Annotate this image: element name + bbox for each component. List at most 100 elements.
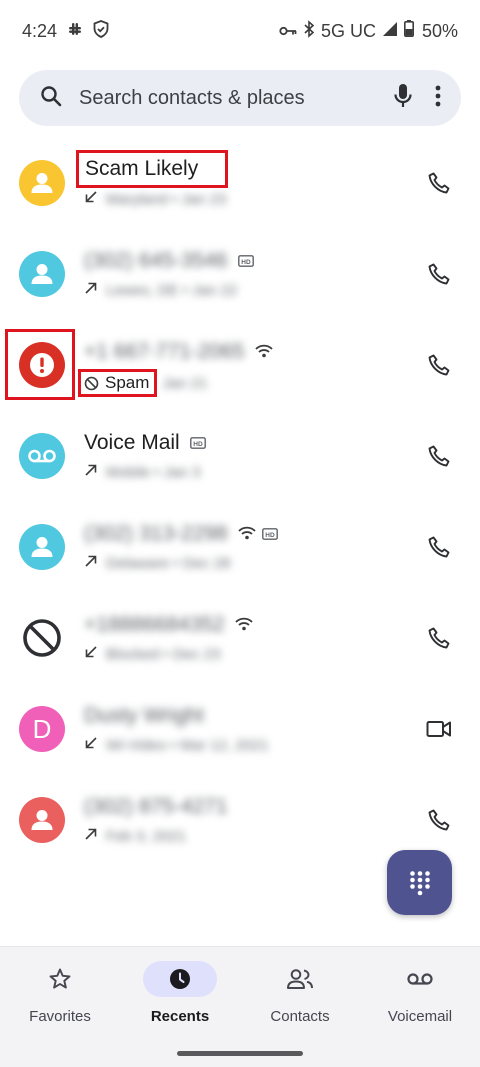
call-button[interactable] bbox=[426, 443, 452, 469]
phone-icon[interactable] bbox=[427, 262, 451, 286]
hd-icon: HD bbox=[237, 249, 254, 273]
shield-check-icon bbox=[93, 19, 109, 43]
incoming-call-icon bbox=[84, 645, 98, 663]
call-detail: Feb 3, 2021 bbox=[106, 827, 187, 845]
contacts-icon bbox=[287, 969, 313, 989]
incoming-call-icon bbox=[84, 736, 98, 754]
contact-name: (302) 875-4271 bbox=[84, 795, 228, 818]
contact-name: Voice Mail bbox=[84, 431, 180, 454]
contact-avatar[interactable] bbox=[19, 342, 65, 388]
search-icon[interactable] bbox=[39, 84, 63, 113]
call-list-item[interactable]: D Dusty Wright Wi-Video • Mar 12, 2021 bbox=[0, 684, 480, 775]
call-button[interactable] bbox=[426, 352, 452, 378]
nav-recents[interactable]: Recents bbox=[120, 961, 240, 1025]
blocked-icon bbox=[84, 376, 99, 390]
alert-icon bbox=[30, 353, 54, 377]
call-button[interactable] bbox=[426, 261, 452, 287]
nav-label: Contacts bbox=[270, 1008, 330, 1025]
call-list-item[interactable]: +1 667-771-2065 Spam Jan 21 bbox=[0, 320, 480, 411]
outgoing-call-icon bbox=[84, 463, 98, 481]
person-icon bbox=[31, 810, 53, 830]
contact-avatar[interactable] bbox=[19, 251, 65, 297]
contact-avatar[interactable] bbox=[19, 433, 65, 479]
contact-avatar[interactable]: D bbox=[19, 706, 65, 752]
hd-icon: HD bbox=[261, 522, 278, 546]
signal-icon bbox=[382, 21, 398, 42]
wifi-call-icon bbox=[237, 522, 256, 546]
more-options-icon[interactable] bbox=[435, 85, 441, 112]
call-button[interactable] bbox=[426, 534, 452, 560]
blocked-icon bbox=[23, 619, 61, 657]
person-icon bbox=[31, 537, 53, 557]
search-bar[interactable]: Search contacts & places bbox=[19, 70, 461, 126]
nav-label: Recents bbox=[150, 1008, 210, 1025]
wifi-call-icon bbox=[235, 613, 253, 637]
avatar-letter: D bbox=[32, 713, 52, 744]
call-detail: Blocked • Dec 23 bbox=[106, 645, 221, 663]
outgoing-call-icon bbox=[84, 827, 98, 845]
call-button[interactable] bbox=[426, 807, 452, 833]
nav-label: Favorites bbox=[29, 1008, 91, 1025]
contact-avatar[interactable] bbox=[19, 160, 65, 206]
call-list-item[interactable]: (302) 313-2298 HD Delaware • Dec 28 bbox=[0, 502, 480, 593]
spam-label: Spam bbox=[105, 373, 150, 392]
incoming-call-icon bbox=[84, 190, 98, 208]
slack-icon bbox=[67, 21, 83, 42]
call-detail: Lewes, DE • Jan 22 bbox=[106, 281, 238, 299]
phone-icon[interactable] bbox=[427, 808, 451, 832]
call-list-item[interactable]: +18886684352 Blocked • Dec 23 bbox=[0, 593, 480, 684]
status-time: 4:24 bbox=[22, 20, 58, 41]
star-icon bbox=[49, 968, 71, 989]
bluetooth-icon bbox=[303, 19, 315, 43]
battery-percent: 50% bbox=[421, 20, 458, 41]
phone-icon[interactable] bbox=[427, 535, 451, 559]
person-icon bbox=[31, 173, 53, 193]
search-input[interactable]: Search contacts & places bbox=[79, 87, 393, 110]
nav-contacts[interactable]: Contacts bbox=[240, 961, 360, 1025]
contact-avatar[interactable] bbox=[19, 797, 65, 843]
phone-icon[interactable] bbox=[427, 353, 451, 377]
nav-favorites[interactable]: Favorites bbox=[0, 961, 120, 1025]
svg-text:HD: HD bbox=[241, 259, 251, 266]
nav-voicemail[interactable]: Voicemail bbox=[360, 961, 480, 1025]
contact-avatar[interactable] bbox=[19, 524, 65, 570]
call-list-item[interactable]: (302) 645-3546 HD Lewes, DE • Jan 22 bbox=[0, 229, 480, 320]
phone-icon[interactable] bbox=[427, 444, 451, 468]
phone-icon[interactable] bbox=[427, 626, 451, 650]
microphone-icon[interactable] bbox=[393, 83, 413, 114]
phone-icon[interactable] bbox=[427, 171, 451, 195]
video-call-button[interactable] bbox=[426, 716, 452, 742]
contact-name: (302) 313-2298 bbox=[84, 522, 228, 545]
contact-name: (302) 645-3546 bbox=[84, 249, 228, 272]
clock-icon bbox=[170, 969, 190, 989]
nav-label: Voicemail bbox=[387, 1008, 453, 1025]
contact-name: +18886684352 bbox=[84, 613, 225, 636]
dialpad-icon bbox=[409, 870, 430, 895]
call-button[interactable] bbox=[426, 625, 452, 651]
call-detail: Wi-Video • Mar 12, 2021 bbox=[106, 736, 269, 754]
spam-indicator: Spam bbox=[77, 369, 158, 397]
hd-icon: HD bbox=[189, 431, 206, 455]
svg-text:HD: HD bbox=[265, 532, 275, 539]
battery-icon bbox=[403, 20, 414, 42]
vpn-key-icon bbox=[279, 21, 297, 42]
person-icon bbox=[31, 264, 53, 284]
call-detail: Delaware • Dec 28 bbox=[106, 554, 231, 572]
call-list-item[interactable]: Voice Mail HD Mobile • Jan 3 bbox=[0, 411, 480, 502]
network-type: 5G UC bbox=[320, 20, 376, 41]
call-detail: Maryland • Jan 23 bbox=[106, 190, 227, 208]
contact-name: +1 667-771-2065 bbox=[84, 340, 245, 363]
call-list-item[interactable]: Scam Likely Maryland • Jan 23 bbox=[0, 138, 480, 229]
outgoing-call-icon bbox=[84, 554, 98, 572]
voicemail-icon bbox=[407, 973, 433, 985]
home-indicator[interactable] bbox=[177, 1051, 303, 1056]
svg-text:HD: HD bbox=[193, 441, 203, 448]
call-detail: Jan 21 bbox=[162, 374, 208, 392]
call-detail: Mobile • Jan 3 bbox=[106, 463, 201, 481]
status-bar: 4:24 5G UC 50% bbox=[0, 0, 480, 62]
call-button[interactable] bbox=[426, 170, 452, 196]
dialpad-button[interactable] bbox=[387, 850, 452, 915]
contact-avatar[interactable] bbox=[19, 615, 65, 661]
contact-name: Dusty Wright bbox=[84, 704, 204, 727]
video-camera-icon[interactable] bbox=[426, 719, 452, 739]
